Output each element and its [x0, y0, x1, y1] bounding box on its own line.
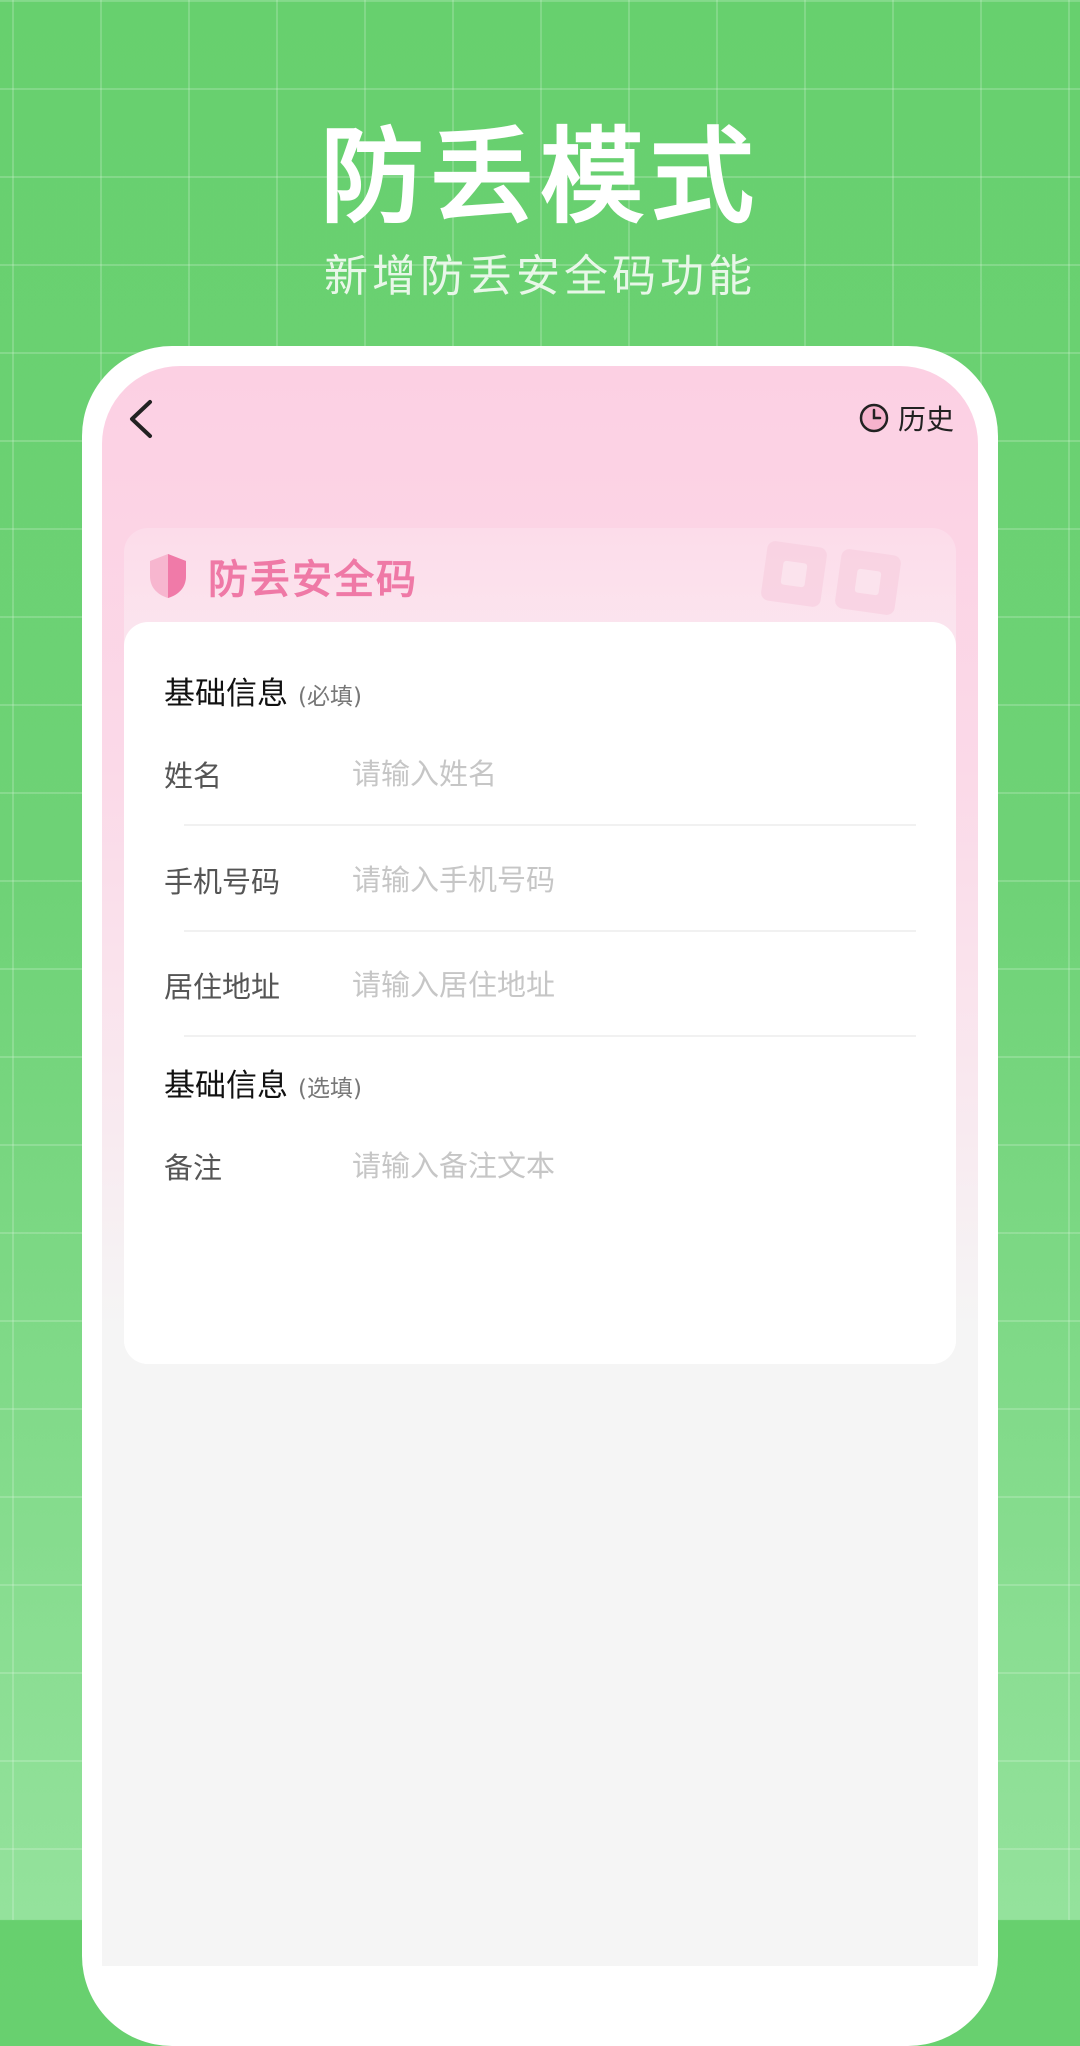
remark-input[interactable] — [352, 1149, 916, 1183]
name-input[interactable] — [352, 757, 916, 791]
divider — [184, 824, 916, 826]
section-title: 基础信息 — [164, 1068, 288, 1104]
chevron-left-icon — [130, 400, 152, 438]
divider — [184, 930, 916, 932]
section-title: 基础信息 — [164, 676, 288, 712]
optional-section-header: 基础信息 (选填) — [164, 1060, 362, 1105]
shield-icon — [150, 554, 186, 598]
field-phone: 手机号码 — [164, 850, 916, 910]
security-code-card: 防丢安全码 基础信息 (必填) 姓名 手机号码 居住地址 — [124, 528, 956, 1364]
section-note: (选填) — [298, 1076, 362, 1102]
hero-title: 防丢模式 — [319, 116, 760, 238]
field-label: 姓名 — [164, 759, 223, 793]
field-name: 姓名 — [164, 744, 916, 804]
card-header: 防丢安全码 — [146, 546, 418, 606]
card-title: 防丢安全码 — [208, 557, 418, 603]
section-note: (必填) — [298, 684, 362, 710]
history-button[interactable]: 历史 — [858, 396, 954, 440]
field-label: 备注 — [164, 1151, 223, 1185]
history-label: 历史 — [897, 403, 954, 436]
field-label: 居住地址 — [164, 970, 281, 1004]
hero-subtitle: 新增防丢安全码功能 — [324, 251, 756, 302]
field-address: 居住地址 — [164, 955, 916, 1015]
field-label: 手机号码 — [164, 865, 281, 899]
phone-input[interactable] — [352, 863, 916, 897]
address-input[interactable] — [352, 968, 916, 1002]
divider — [184, 1035, 916, 1037]
clock-icon — [859, 403, 889, 433]
field-remark: 备注 — [164, 1136, 916, 1196]
form-panel: 基础信息 (必填) 姓名 手机号码 居住地址 基础信息 (选填) — [124, 622, 956, 1364]
qr-decoration-icon — [761, 541, 901, 615]
app-screen: 历史 防丢安全码 基础信息 (必填) 姓名 请输入姓名 手机号码 请输入手机号码… — [102, 366, 978, 1966]
required-section-header: 基础信息 (必填) — [164, 668, 362, 713]
back-button[interactable] — [120, 394, 170, 444]
